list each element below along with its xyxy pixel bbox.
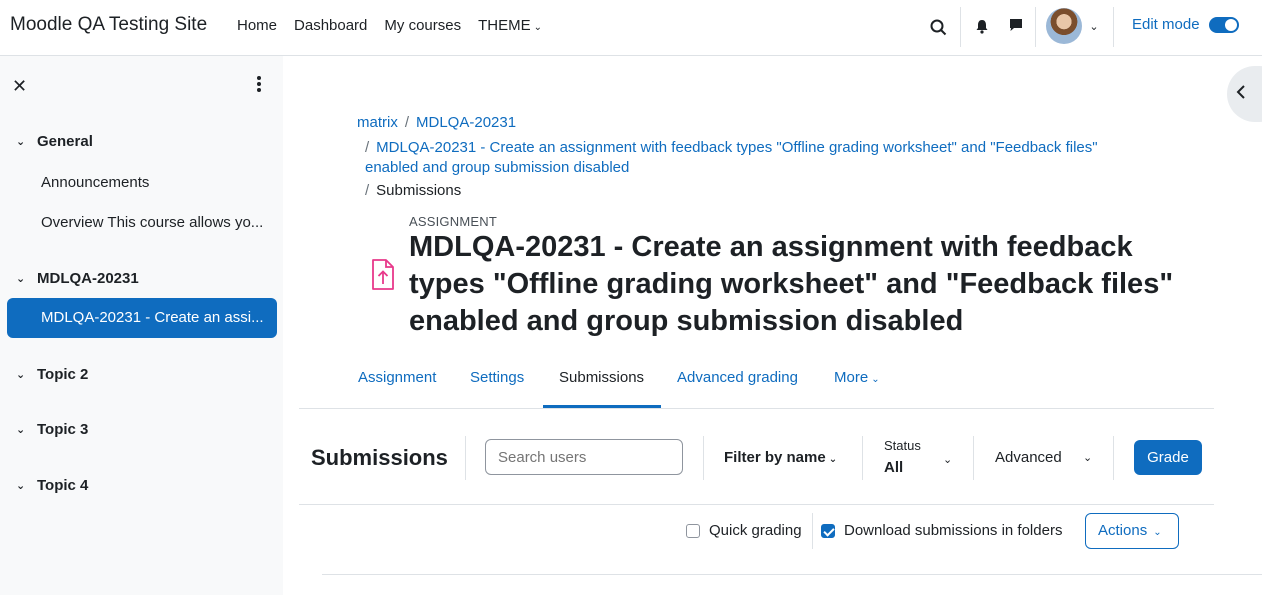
tab-submissions[interactable]: Submissions [559, 369, 644, 386]
assignment-icon [370, 258, 396, 297]
breadcrumb-current: Submissions [376, 182, 462, 199]
search-users-input[interactable] [485, 439, 683, 475]
user-avatar[interactable] [1046, 8, 1082, 44]
sidebar-section-title: Topic 4 [37, 477, 89, 494]
sidebar-item-announcements[interactable]: Announcements [41, 174, 149, 191]
tab-more-label: More [834, 369, 869, 386]
table-top-border [322, 574, 1262, 575]
tab-advanced-grading[interactable]: Advanced grading [677, 369, 798, 386]
quick-grading-checkbox[interactable] [686, 524, 700, 538]
sidebar-section-title: Topic 3 [37, 421, 89, 438]
download-in-folders-checkbox[interactable] [821, 524, 835, 538]
chevron-down-icon: ⌄ [16, 480, 26, 492]
chevron-down-icon[interactable]: ⌄ [1083, 451, 1092, 464]
sidebar-item-overview[interactable]: Overview This course allows yo... [41, 214, 263, 231]
download-in-folders-label[interactable]: Download submissions in folders [844, 522, 1062, 539]
sidebar-section-title: MDLQA-20231 [37, 270, 139, 287]
chevron-down-icon: ⌄ [16, 273, 26, 285]
status-filter-dropdown[interactable]: All [884, 459, 903, 476]
chevron-down-icon: ⌄ [828, 454, 838, 465]
close-icon[interactable]: ✕ [12, 76, 27, 97]
breadcrumb-link-matrix[interactable]: matrix [357, 114, 398, 131]
sidebar-section-topic-3[interactable]: ⌄ Topic 3 [16, 421, 88, 438]
breadcrumb-separator: / [365, 182, 370, 199]
breadcrumb-link-assignment[interactable]: MDLQA-20231 - Create an assignment with … [376, 139, 1097, 156]
navbar-divider [1035, 7, 1036, 47]
chat-icon[interactable] [1007, 16, 1025, 34]
edit-mode-toggle[interactable] [1209, 17, 1239, 33]
chevron-down-icon: ⌄ [871, 374, 880, 385]
sidebar-section-title: Topic 2 [37, 366, 89, 383]
quick-grading-label[interactable]: Quick grading [709, 522, 802, 539]
page-title: MDLQA-20231 - Create an assignment with … [409, 231, 1174, 337]
sidebar-section-title: General [37, 133, 93, 150]
options-divider [812, 513, 813, 549]
nav-theme[interactable]: THEME ⌄ [478, 17, 542, 34]
open-block-drawer-button[interactable] [1227, 66, 1262, 122]
chevron-down-icon: ⌄ [16, 424, 26, 436]
actions-label: Actions [1098, 522, 1148, 539]
sidebar-item-active-assignment[interactable]: MDLQA-20231 - Create an assi... [7, 298, 277, 338]
site-name[interactable]: Moodle QA Testing Site [10, 14, 207, 36]
tab-more[interactable]: More ⌄ [834, 369, 880, 386]
breadcrumb-separator: / [365, 139, 370, 156]
sidebar-section-topic-4[interactable]: ⌄ Topic 4 [16, 477, 88, 494]
chevron-down-icon[interactable]: ⌄ [1088, 18, 1100, 34]
toolbar-divider [973, 436, 974, 480]
filter-by-name-label: Filter by name [724, 449, 826, 466]
nav-dashboard[interactable]: Dashboard [294, 17, 367, 34]
breadcrumb-link-assignment-cont[interactable]: enabled and group submission disabled [365, 159, 629, 176]
toolbar-divider [703, 436, 704, 480]
chevron-down-icon: ⌄ [16, 136, 26, 148]
active-tab-indicator [543, 405, 661, 408]
sidebar-section-general[interactable]: ⌄ General [16, 133, 93, 150]
chevron-down-icon[interactable]: ⌄ [943, 453, 952, 466]
bell-icon[interactable] [973, 17, 991, 35]
submissions-heading: Submissions [311, 445, 448, 470]
course-index-drawer: ✕ ⌄ General Announcements Overview This … [0, 56, 283, 595]
kebab-menu-icon[interactable] [252, 74, 266, 94]
navbar-divider [960, 7, 961, 47]
tab-assignment[interactable]: Assignment [358, 369, 436, 386]
submissions-toolbar: Submissions Filter by name⌄ Status All ⌄… [299, 419, 1214, 505]
sidebar-section-mdlqa[interactable]: ⌄ MDLQA-20231 [16, 270, 139, 287]
edit-mode-label: Edit mode [1132, 16, 1200, 33]
chevron-down-icon: ⌄ [533, 22, 542, 33]
nav-my-courses[interactable]: My courses [384, 17, 461, 34]
chevron-down-icon: ⌄ [16, 369, 26, 381]
nav-home[interactable]: Home [237, 17, 277, 34]
toolbar-divider [862, 436, 863, 480]
breadcrumb-separator: / [404, 114, 410, 131]
actions-dropdown-button[interactable]: Actions ⌄ [1085, 513, 1179, 549]
chevron-down-icon: ⌄ [1153, 527, 1162, 538]
toolbar-divider [1113, 436, 1114, 480]
submissions-options: Quick grading Download submissions in fo… [299, 505, 1214, 557]
status-filter-label: Status [884, 438, 921, 453]
navbar-divider [1113, 7, 1114, 47]
advanced-filter-dropdown[interactable]: Advanced [995, 449, 1062, 466]
activity-type-label: ASSIGNMENT [409, 214, 497, 229]
breadcrumb-link-course[interactable]: MDLQA-20231 [416, 114, 516, 131]
filter-by-name-dropdown[interactable]: Filter by name ⌄ [724, 449, 837, 466]
chevron-left-icon [1236, 84, 1246, 104]
search-icon[interactable] [928, 17, 948, 37]
primary-navigation: Home Dashboard My courses THEME ⌄ [237, 17, 559, 34]
nav-theme-label: THEME [478, 17, 531, 34]
top-navbar: Moodle QA Testing Site Home Dashboard My… [0, 0, 1262, 56]
tab-settings[interactable]: Settings [470, 369, 524, 386]
toolbar-divider [465, 436, 466, 480]
sidebar-section-topic-2[interactable]: ⌄ Topic 2 [16, 366, 88, 383]
grade-button[interactable]: Grade [1134, 440, 1202, 475]
secondary-navigation: Assignment Settings Submissions Advanced… [299, 355, 1214, 409]
